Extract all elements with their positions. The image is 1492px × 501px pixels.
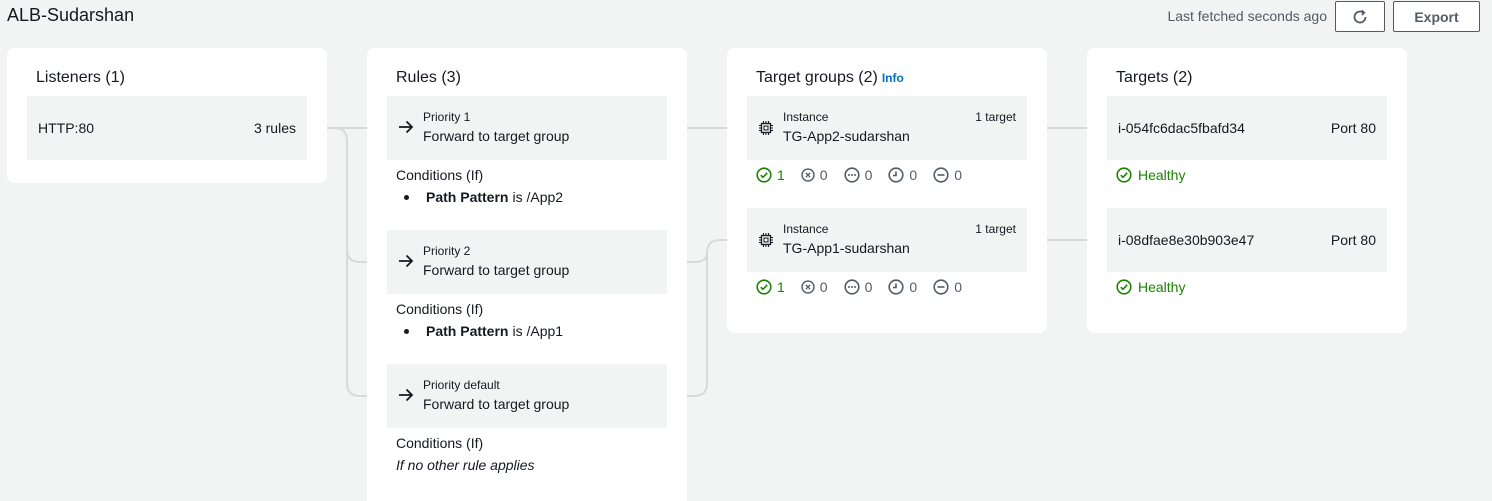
rule-item-1[interactable]: Priority 1 Forward to target group — [387, 96, 667, 160]
listener-protocol: HTTP:80 — [38, 120, 95, 136]
target-port: Port 80 — [1330, 120, 1376, 136]
unused-count-value: 0 — [864, 279, 873, 295]
healthy-count: 1 — [756, 167, 785, 183]
initial-count-value: 0 — [909, 279, 918, 295]
x-circle-icon — [801, 168, 815, 182]
check-circle-icon — [756, 279, 772, 295]
targets-title: Targets (2) — [1116, 69, 1193, 86]
unhealthy-count-value: 0 — [819, 279, 828, 295]
rule-action: Forward to target group — [423, 128, 570, 144]
clock-icon — [888, 279, 904, 295]
targets-panel: Targets (2) i-054fc6dac5fbafd34 Port 80 … — [1087, 48, 1407, 333]
target-group-name: TG-App1-sudarshan — [783, 240, 910, 256]
condition-item: Path Pattern is /App1 — [404, 323, 563, 339]
condition-default: If no other rule applies — [396, 457, 535, 473]
unhealthy-count: 0 — [801, 167, 828, 183]
chip-icon — [759, 233, 773, 247]
last-fetched-text: Last fetched seconds ago — [1167, 8, 1327, 24]
healthy-count: 1 — [756, 279, 785, 295]
target-group-count: 1 target — [975, 110, 1016, 124]
check-circle-icon — [756, 167, 772, 183]
unhealthy-count-value: 0 — [819, 167, 828, 183]
check-circle-icon — [1116, 279, 1132, 295]
condition-key: Path Pattern — [426, 189, 509, 205]
arrow-right-icon — [399, 120, 414, 134]
condition-value: is /App1 — [512, 323, 564, 339]
draining-count: 0 — [933, 167, 962, 183]
unused-count: 0 — [843, 279, 873, 295]
initial-count: 0 — [888, 279, 917, 295]
rules-panel: Rules (3) Priority 1 Forward to target g… — [367, 48, 687, 501]
rule-action: Forward to target group — [423, 396, 570, 412]
check-circle-icon — [1116, 167, 1132, 183]
target-group-status-row: 1 0 0 0 0 — [756, 279, 978, 295]
target-group-type: Instance — [783, 222, 829, 236]
healthy-count-value: 1 — [777, 279, 785, 295]
target-item-1[interactable]: i-054fc6dac5fbafd34 Port 80 — [1107, 96, 1387, 160]
condition-value: is /App2 — [512, 189, 564, 205]
rule-action: Forward to target group — [423, 262, 570, 278]
target-group-count: 1 target — [975, 222, 1016, 236]
listeners-panel: Listeners (1) HTTP:80 3 rules — [7, 48, 327, 183]
bullet — [404, 328, 409, 334]
condition-key: Path Pattern — [426, 323, 509, 339]
rule-priority: Priority 2 — [423, 244, 471, 258]
conditions-title: Conditions (If) — [396, 435, 484, 451]
conditions-title: Conditions (If) — [396, 301, 484, 317]
minus-circle-icon — [933, 279, 949, 295]
ellipsis-circle-icon — [843, 279, 860, 295]
target-group-type: Instance — [783, 110, 829, 124]
rule-item-default[interactable]: Priority default Forward to target group — [387, 364, 667, 428]
rule-item-2[interactable]: Priority 2 Forward to target group — [387, 230, 667, 294]
condition-item: Path Pattern is /App2 — [404, 189, 563, 205]
target-id: i-054fc6dac5fbafd34 — [1118, 120, 1245, 136]
target-health-label: Healthy — [1138, 167, 1186, 183]
target-id: i-08dfae8e30b903e47 — [1118, 232, 1255, 248]
info-link[interactable]: Info — [882, 71, 904, 85]
healthy-count-value: 1 — [777, 167, 785, 183]
target-groups-title-text: Target groups (2) — [756, 69, 878, 86]
target-item-2[interactable]: i-08dfae8e30b903e47 Port 80 — [1107, 208, 1387, 272]
rule-priority: Priority 1 — [423, 110, 471, 124]
listener-rules-count: 3 rules — [253, 120, 296, 136]
export-button[interactable]: Export — [1393, 1, 1480, 32]
draining-count-value: 0 — [954, 279, 962, 295]
target-group-status-row: 1 0 0 0 0 — [756, 167, 978, 183]
ellipsis-circle-icon — [843, 167, 860, 183]
target-groups-panel: Target groups (2) Info Instance 1 target … — [727, 48, 1047, 333]
conditions-title: Conditions (If) — [396, 167, 484, 183]
initial-count: 0 — [888, 167, 917, 183]
target-health-status: Healthy — [1116, 167, 1185, 183]
target-health-label: Healthy — [1138, 279, 1186, 295]
target-group-item-2[interactable]: Instance 1 target TG-App1-sudarshan — [747, 208, 1027, 272]
minus-circle-icon — [933, 167, 949, 183]
bullet — [404, 194, 409, 200]
listeners-title: Listeners (1) — [36, 69, 125, 86]
initial-count-value: 0 — [909, 167, 918, 183]
arrow-right-icon — [399, 254, 414, 268]
clock-icon — [888, 167, 904, 183]
x-circle-icon — [801, 280, 815, 294]
draining-count-value: 0 — [954, 167, 962, 183]
chip-icon — [759, 121, 773, 135]
target-group-item-1[interactable]: Instance 1 target TG-App2-sudarshan — [747, 96, 1027, 160]
target-port: Port 80 — [1330, 232, 1376, 248]
listener-item[interactable]: HTTP:80 3 rules — [27, 96, 307, 160]
target-group-name: TG-App2-sudarshan — [783, 128, 910, 144]
rule-priority: Priority default — [423, 378, 500, 392]
unused-count-value: 0 — [864, 167, 873, 183]
unused-count: 0 — [843, 167, 873, 183]
refresh-icon — [1353, 9, 1367, 23]
page-title: ALB-Sudarshan — [7, 5, 135, 25]
arrow-right-icon — [399, 388, 414, 402]
refresh-button[interactable] — [1335, 1, 1385, 32]
rules-title: Rules (3) — [396, 69, 461, 86]
draining-count: 0 — [933, 279, 962, 295]
unhealthy-count: 0 — [801, 279, 828, 295]
target-groups-title: Target groups (2) Info — [756, 69, 904, 87]
target-health-status: Healthy — [1116, 279, 1185, 295]
